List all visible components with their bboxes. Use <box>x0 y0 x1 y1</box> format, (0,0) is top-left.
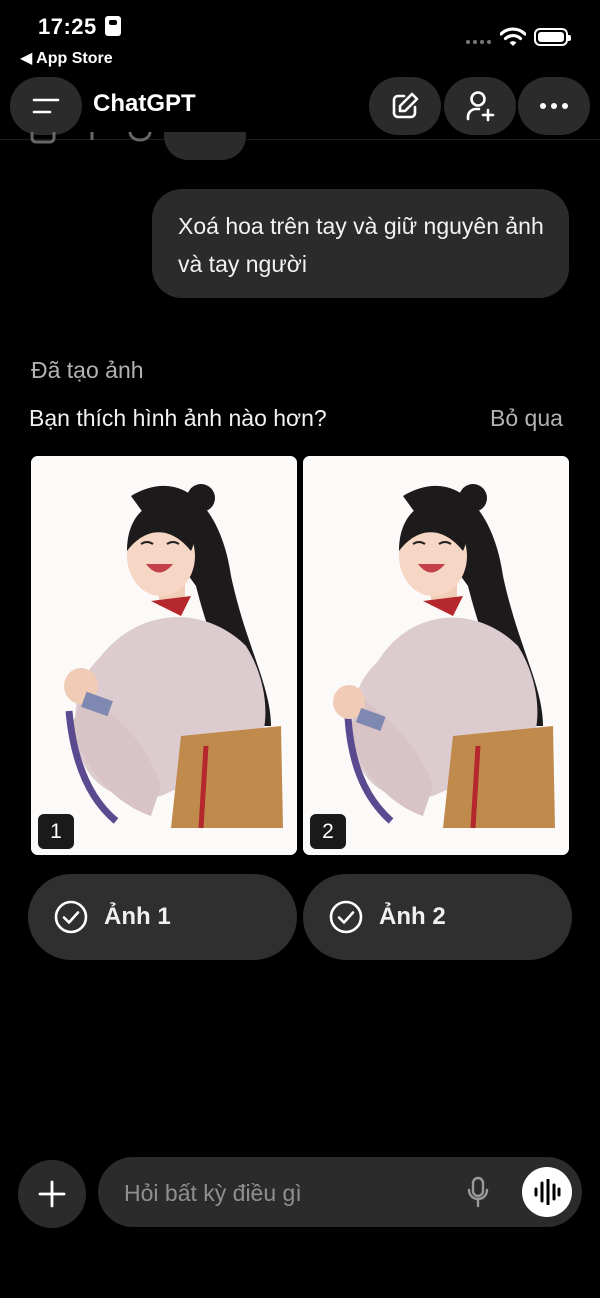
edit-icon <box>392 92 419 119</box>
more-icon <box>540 103 568 109</box>
voice-mode-icon <box>534 1179 561 1205</box>
new-chat-button[interactable] <box>369 77 441 135</box>
choice-label: Ảnh 1 <box>104 903 171 930</box>
choose-image-1-button[interactable]: Ảnh 1 <box>28 874 297 960</box>
sidebar-menu-button[interactable] <box>10 77 82 135</box>
image-number-badge: 2 <box>310 814 346 849</box>
battery-icon <box>534 28 571 46</box>
status-time: 17:25 <box>38 14 97 39</box>
message-composer <box>98 1157 582 1229</box>
message-actions-partial-icon <box>30 132 152 144</box>
message-input[interactable] <box>122 1157 456 1229</box>
image-number-badge: 1 <box>38 814 74 849</box>
add-user-button[interactable] <box>444 77 516 135</box>
menu-icon <box>32 98 60 114</box>
more-options-button[interactable] <box>518 77 590 135</box>
skip-button[interactable]: Bỏ qua <box>490 405 563 432</box>
cellular-signal-icon <box>466 40 492 46</box>
portrait-photo-image <box>31 456 297 855</box>
id-card-icon <box>105 16 121 36</box>
choice-label: Ảnh 2 <box>379 903 446 930</box>
check-circle-icon <box>329 900 363 934</box>
choose-image-2-button[interactable]: Ảnh 2 <box>303 874 572 960</box>
generated-image-1[interactable]: 1 <box>31 456 297 855</box>
app-title[interactable]: ChatGPT <box>93 90 196 118</box>
image-created-label: Đã tạo ảnh <box>31 357 144 383</box>
back-to-app-store-link[interactable]: ◀ App Store <box>20 48 113 68</box>
preference-question: Bạn thích hình ảnh nào hơn? <box>29 405 327 431</box>
mic-icon[interactable] <box>466 1176 490 1208</box>
generated-image-2[interactable]: 2 <box>303 456 569 855</box>
voice-mode-button[interactable] <box>522 1167 572 1217</box>
add-attachment-button[interactable] <box>18 1160 86 1228</box>
user-message-bubble: Xoá hoa trên tay và giữ nguyên ảnh và ta… <box>152 189 569 298</box>
portrait-photo-image <box>303 456 569 855</box>
plus-icon <box>38 1180 66 1208</box>
wifi-icon <box>500 27 526 46</box>
add-user-icon <box>466 91 495 122</box>
previous-message-partial <box>164 132 246 160</box>
check-circle-icon <box>54 900 88 934</box>
